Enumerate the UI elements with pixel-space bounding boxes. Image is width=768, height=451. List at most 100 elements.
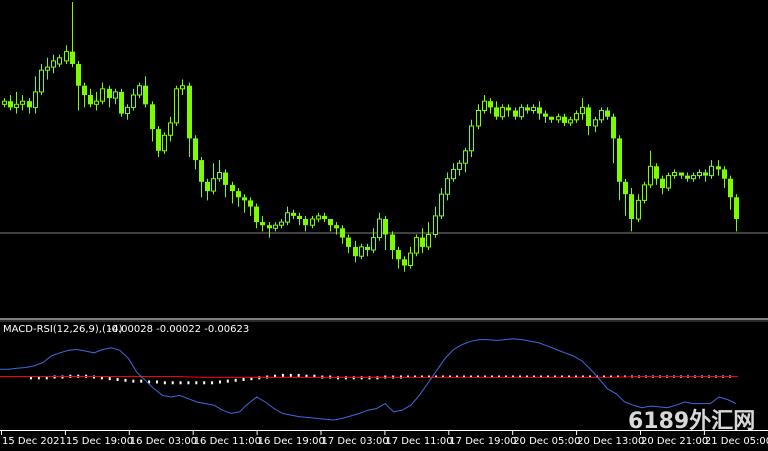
candle-bull — [57, 57, 62, 65]
candle-bull — [580, 106, 585, 115]
candle-bear — [660, 178, 665, 188]
candle-bear — [27, 101, 32, 108]
candle-bear — [734, 197, 739, 219]
macd-dot — [140, 379, 143, 383]
candle-bull — [174, 88, 179, 124]
candle-bear — [328, 219, 333, 226]
candle-bear — [340, 228, 345, 238]
candle-bear — [322, 215, 327, 219]
candle-bull — [51, 60, 56, 68]
candle-bull — [451, 168, 456, 180]
macd-dot — [211, 381, 214, 385]
candle-bull — [316, 215, 321, 220]
candle-bear — [230, 184, 235, 192]
macd-dot — [195, 381, 198, 385]
candle-bear — [679, 172, 684, 176]
candle-bull — [217, 172, 222, 180]
candle-bull — [125, 106, 130, 115]
candle-bear — [488, 101, 493, 108]
candle-bear — [353, 246, 358, 257]
candle-bull — [457, 162, 462, 170]
candle-bear — [605, 110, 610, 117]
candle-bear — [291, 212, 296, 216]
x-tick-label: 17 Dec 19:00 — [449, 436, 516, 447]
candle-bear — [722, 169, 727, 179]
candle-bear — [537, 107, 542, 114]
candle-bear — [248, 200, 253, 207]
candle-bull — [469, 125, 474, 152]
candle-bear — [543, 113, 548, 117]
candle-bull — [273, 224, 278, 229]
candle-bull — [691, 175, 696, 180]
candle-bull — [100, 88, 105, 102]
candle-bull — [310, 218, 315, 226]
candle-bear — [76, 64, 81, 86]
candle-bull — [672, 172, 677, 177]
candle-bear — [420, 237, 425, 247]
candle-bull — [531, 106, 536, 112]
macd-dot — [187, 381, 190, 385]
candle-bear — [199, 160, 204, 182]
macd-dot — [171, 381, 174, 385]
candle-bull — [64, 51, 69, 62]
candle-bull — [697, 172, 702, 177]
candle-bear — [383, 219, 388, 235]
candle-bull — [482, 100, 487, 111]
candle-bear — [107, 88, 112, 99]
candle-bear — [623, 181, 628, 195]
candle-bear — [303, 219, 308, 226]
candle-bear — [728, 178, 733, 198]
watermark-logo: 6189外汇网 — [628, 408, 755, 434]
macd-dot — [61, 375, 64, 379]
x-tick-label: 20 Dec 21:00 — [641, 436, 708, 447]
macd-dot — [92, 375, 95, 379]
candle-bull — [211, 178, 216, 192]
candle-bear — [267, 225, 272, 229]
candle-bear — [402, 259, 407, 266]
candle-bear — [629, 194, 634, 219]
candle-bull — [137, 85, 142, 96]
candle-bear — [654, 166, 659, 179]
candle-bear — [223, 172, 228, 185]
candle-bear — [396, 250, 401, 260]
x-tick-label: 15 Dec 19:00 — [66, 436, 133, 447]
candle-bull — [666, 175, 671, 189]
x-tick-label: 17 Dec 11:00 — [385, 436, 452, 447]
candle-bear — [685, 175, 690, 179]
candle-bear — [716, 166, 721, 170]
candle-bull — [408, 252, 413, 267]
macd-dot — [124, 378, 127, 382]
candle-bull — [20, 100, 25, 105]
candle-bull — [642, 184, 647, 201]
macd-dot — [289, 373, 292, 377]
candle-bull — [371, 237, 376, 251]
candle-bull — [500, 106, 505, 118]
macd-dot — [218, 380, 221, 384]
candle-bear — [494, 107, 499, 117]
candle-bull — [359, 246, 364, 257]
candle-bear — [70, 51, 75, 64]
macd-dot — [155, 380, 158, 384]
candle-bull — [279, 221, 284, 226]
macd-dot — [179, 381, 182, 385]
x-tick-label: 16 Dec 11:00 — [194, 436, 261, 447]
indicator-title: MACD-RSI(12,26,9),(14) — [3, 324, 123, 335]
candle-bear — [611, 116, 616, 139]
trading-chart: MACD-RSI(12,26,9),(14) -0.00028 -0.00022… — [0, 0, 768, 451]
x-tick-label: 16 Dec 19:00 — [258, 436, 325, 447]
candle-bull — [636, 199, 641, 220]
candle-bear — [586, 107, 591, 126]
candle-bull — [599, 110, 604, 121]
candle-bull — [556, 116, 561, 121]
candle-bear — [143, 85, 148, 105]
candle-bear — [297, 215, 302, 219]
candle-bear — [8, 101, 13, 108]
candle-bear — [617, 138, 622, 182]
candle-bear — [254, 206, 259, 223]
candle-bull — [593, 119, 598, 127]
candle-bull — [648, 165, 653, 186]
macd-dot — [281, 373, 284, 377]
candle-bear — [260, 222, 265, 226]
macd-dot — [116, 378, 119, 381]
candle-bear — [119, 91, 124, 114]
